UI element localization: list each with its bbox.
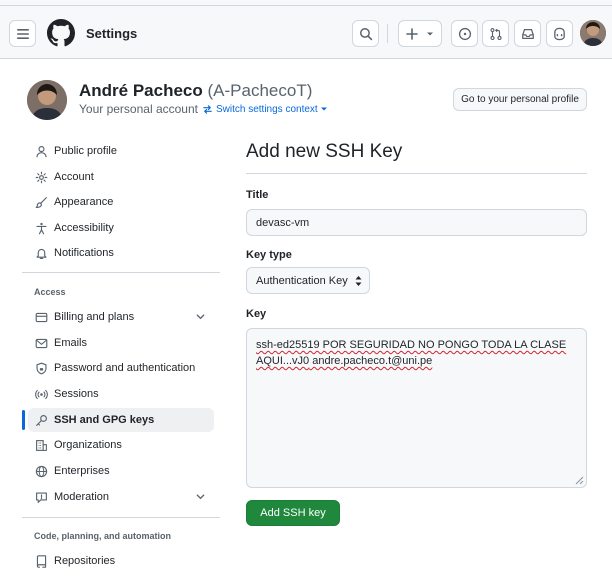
sidebar-item-billing[interactable]: Billing and plans: [28, 305, 214, 329]
plus-icon: [406, 27, 418, 40]
arrow-switch-icon: [203, 104, 212, 114]
search-icon: [359, 27, 372, 40]
sidebar-item-emails[interactable]: Emails: [28, 331, 214, 355]
organization-icon: [34, 438, 48, 452]
sidebar-item-label: Emails: [54, 337, 88, 349]
sidebar-item-label: Billing and plans: [54, 311, 135, 323]
account-context-label: Your personal account: [79, 102, 198, 116]
active-indicator: [22, 410, 25, 430]
shield-lock-icon: [34, 361, 48, 375]
resize-handle-icon[interactable]: [575, 476, 584, 485]
sidebar-item-enterprises[interactable]: Enterprises: [28, 459, 214, 483]
title-divider: [246, 173, 587, 174]
sidebar-item-accessibility[interactable]: Accessibility: [28, 216, 214, 240]
github-logo[interactable]: [47, 19, 75, 47]
sidebar-item-label: Public profile: [54, 145, 117, 157]
sidebar-item-label: Notifications: [54, 247, 114, 259]
sidebar-item-organizations[interactable]: Organizations: [28, 433, 214, 457]
goto-profile-button[interactable]: Go to your personal profile: [453, 88, 587, 111]
sidebar-item-sessions[interactable]: Sessions: [28, 382, 214, 406]
key-textarea[interactable]: ssh-ed25519 POR SEGURIDAD NO PONGO TODA …: [246, 328, 587, 488]
copilot-icon: [554, 27, 565, 40]
sidebar-item-password-auth[interactable]: Password and authentication: [28, 356, 214, 380]
key-line-2-part-a: AQUI...vJ0: [256, 355, 310, 367]
title-label: Title: [246, 189, 269, 201]
profile-avatar: [27, 80, 67, 120]
repo-icon: [34, 554, 48, 568]
pull-requests-button[interactable]: [482, 20, 509, 47]
profile-name: André Pacheco (A-PachecoT): [79, 81, 312, 101]
sidebar-item-label: Password and authentication: [54, 362, 196, 374]
key-icon: [34, 413, 48, 427]
page-title: Add new SSH Key: [246, 141, 403, 162]
global-header: Settings: [0, 6, 612, 59]
title-input[interactable]: devasc-vm: [246, 209, 587, 236]
sidebar-item-moderation[interactable]: Moderation: [28, 485, 214, 509]
key-type-select[interactable]: Authentication Key: [246, 267, 370, 294]
accessibility-icon: [34, 221, 48, 235]
key-type-value: Authentication Key: [256, 274, 348, 287]
key-line-2: AQUI...vJ0 andre.pacheco.t@uni.pe: [256, 353, 577, 369]
paintbrush-icon: [34, 195, 48, 209]
issues-button[interactable]: [451, 20, 478, 47]
caret-down-icon: [427, 32, 433, 35]
add-ssh-key-button[interactable]: Add SSH key: [246, 500, 340, 526]
copilot-button[interactable]: [546, 20, 573, 47]
user-avatar[interactable]: [580, 20, 606, 46]
account-context: Your personal account Switch settings co…: [79, 102, 331, 116]
sidebar-item-label: Enterprises: [54, 465, 110, 477]
globe-icon: [34, 464, 48, 478]
report-icon: [34, 490, 48, 504]
sidebar-item-label: Account: [54, 171, 94, 183]
issues-icon: [458, 27, 471, 40]
broadcast-icon: [34, 387, 48, 401]
sidebar-item-label: Appearance: [54, 196, 114, 208]
sidebar-divider: [22, 517, 220, 518]
sidebar-item-label: Moderation: [54, 491, 110, 503]
sidebar-item-public-profile[interactable]: Public profile: [28, 139, 214, 163]
sidebar-item-label: Accessibility: [54, 222, 114, 234]
bell-icon: [34, 246, 48, 260]
caret-down-icon: [320, 107, 327, 111]
key-line-1: ssh-ed25519 POR SEGURIDAD NO PONGO TODA …: [256, 339, 567, 351]
search-button[interactable]: [352, 20, 379, 47]
sidebar-item-label: SSH and GPG keys: [54, 414, 155, 426]
switch-context-link[interactable]: Switch settings context: [202, 104, 331, 115]
select-arrows-icon: [355, 276, 362, 286]
sidebar-item-label: Organizations: [54, 439, 122, 451]
sidebar-item-label: Repositories: [54, 555, 116, 567]
sidebar-heading-access: Access: [34, 287, 66, 297]
chevron-down-icon[interactable]: [195, 491, 206, 502]
create-new-button[interactable]: [398, 20, 442, 47]
switch-context-label: Switch settings context: [215, 103, 318, 115]
sidebar-item-label: Sessions: [54, 388, 99, 400]
inbox-button[interactable]: [514, 20, 541, 47]
key-line-2-part-b: andre.pacheco.t@uni.pe: [309, 355, 433, 367]
mail-icon: [34, 336, 48, 350]
pull-requests-icon: [489, 27, 502, 40]
menu-icon: [16, 28, 29, 39]
chevron-down-icon[interactable]: [195, 311, 206, 322]
header-separator: [387, 24, 388, 43]
sidebar-heading-code: Code, planning, and automation: [34, 531, 171, 541]
person-icon: [34, 144, 48, 158]
sidebar-item-ssh-gpg-keys[interactable]: SSH and GPG keys: [28, 408, 214, 432]
profile-login[interactable]: (A-PachecoT): [208, 81, 313, 100]
inbox-icon: [521, 28, 534, 39]
credit-card-icon: [34, 310, 48, 324]
title-input-value: devasc-vm: [256, 216, 310, 229]
sidebar-item-notifications[interactable]: Notifications: [28, 241, 214, 265]
page-context-title[interactable]: Settings: [86, 26, 137, 41]
sidebar-item-repositories[interactable]: Repositories: [28, 549, 214, 573]
sidebar-item-account[interactable]: Account: [28, 165, 214, 189]
key-label: Key: [246, 308, 267, 320]
key-type-label: Key type: [246, 249, 292, 261]
menu-button[interactable]: [9, 20, 36, 47]
gear-icon: [34, 170, 48, 184]
sidebar-divider: [22, 272, 220, 273]
sidebar-item-appearance[interactable]: Appearance: [28, 190, 214, 214]
profile-full-name: André Pacheco: [79, 81, 203, 100]
